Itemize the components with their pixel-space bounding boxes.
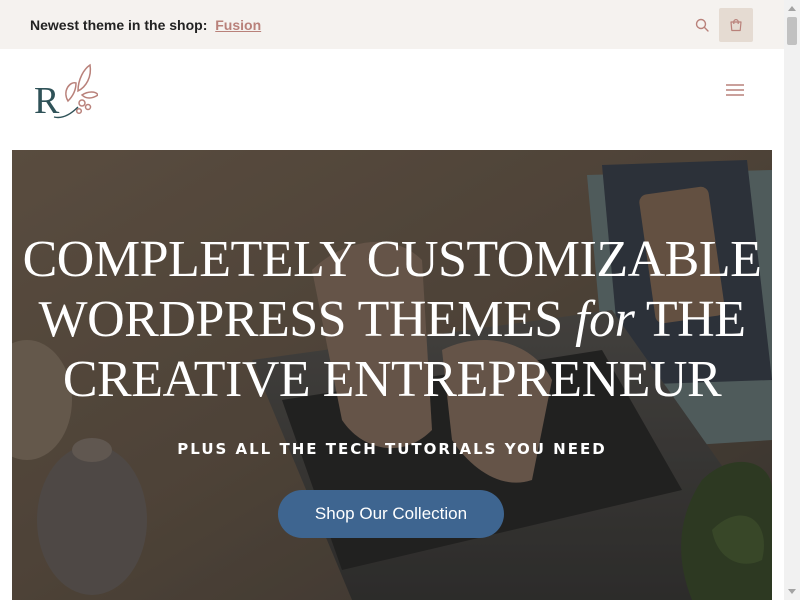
menu-button[interactable]	[724, 81, 746, 99]
announcement-link[interactable]: Fusion	[215, 17, 261, 33]
site-header: R	[0, 49, 784, 150]
hero-title-line3: CREATIVE ENTREPRENEUR	[62, 351, 722, 408]
scrollbar[interactable]	[784, 0, 800, 600]
hero-title: COMPLETELY CUSTOMIZABLE WORDPRESS THEMES…	[12, 230, 772, 410]
site-logo[interactable]: R	[32, 61, 99, 123]
scroll-down-arrow-icon	[788, 589, 796, 594]
shop-collection-button[interactable]: Shop Our Collection	[278, 490, 504, 538]
hero-section: COMPLETELY CUSTOMIZABLE WORDPRESS THEMES…	[12, 150, 772, 600]
announcement-text: Newest theme in the shop:	[30, 16, 208, 33]
scroll-up-arrow-icon	[788, 6, 796, 11]
logo-mark: R	[34, 63, 99, 122]
hero-title-line2b: for	[575, 291, 635, 348]
announcement-bar: Newest theme in the shop: Fusion	[0, 0, 784, 49]
scroll-up-button[interactable]	[784, 0, 800, 16]
hero-subtitle: PLUS ALL THE TECH TUTORIALS YOU NEED	[177, 440, 607, 458]
scroll-down-button[interactable]	[784, 584, 800, 600]
cart-icon	[730, 19, 742, 32]
hero-title-line1: COMPLETELY CUSTOMIZABLE	[22, 231, 762, 288]
scroll-thumb[interactable]	[787, 17, 797, 45]
hamburger-menu-icon	[726, 84, 744, 96]
search-icon	[695, 18, 709, 32]
search-button[interactable]	[693, 16, 711, 34]
hero-title-line2a: WORDPRESS THEMES	[38, 291, 564, 348]
cart-button[interactable]	[719, 8, 753, 42]
logo-letter: R	[34, 80, 60, 122]
announcement-text-wrap: Newest theme in the shop: Fusion	[30, 17, 261, 33]
hero-title-line2c: THE	[645, 291, 746, 348]
hero-content: COMPLETELY CUSTOMIZABLE WORDPRESS THEMES…	[12, 150, 772, 600]
